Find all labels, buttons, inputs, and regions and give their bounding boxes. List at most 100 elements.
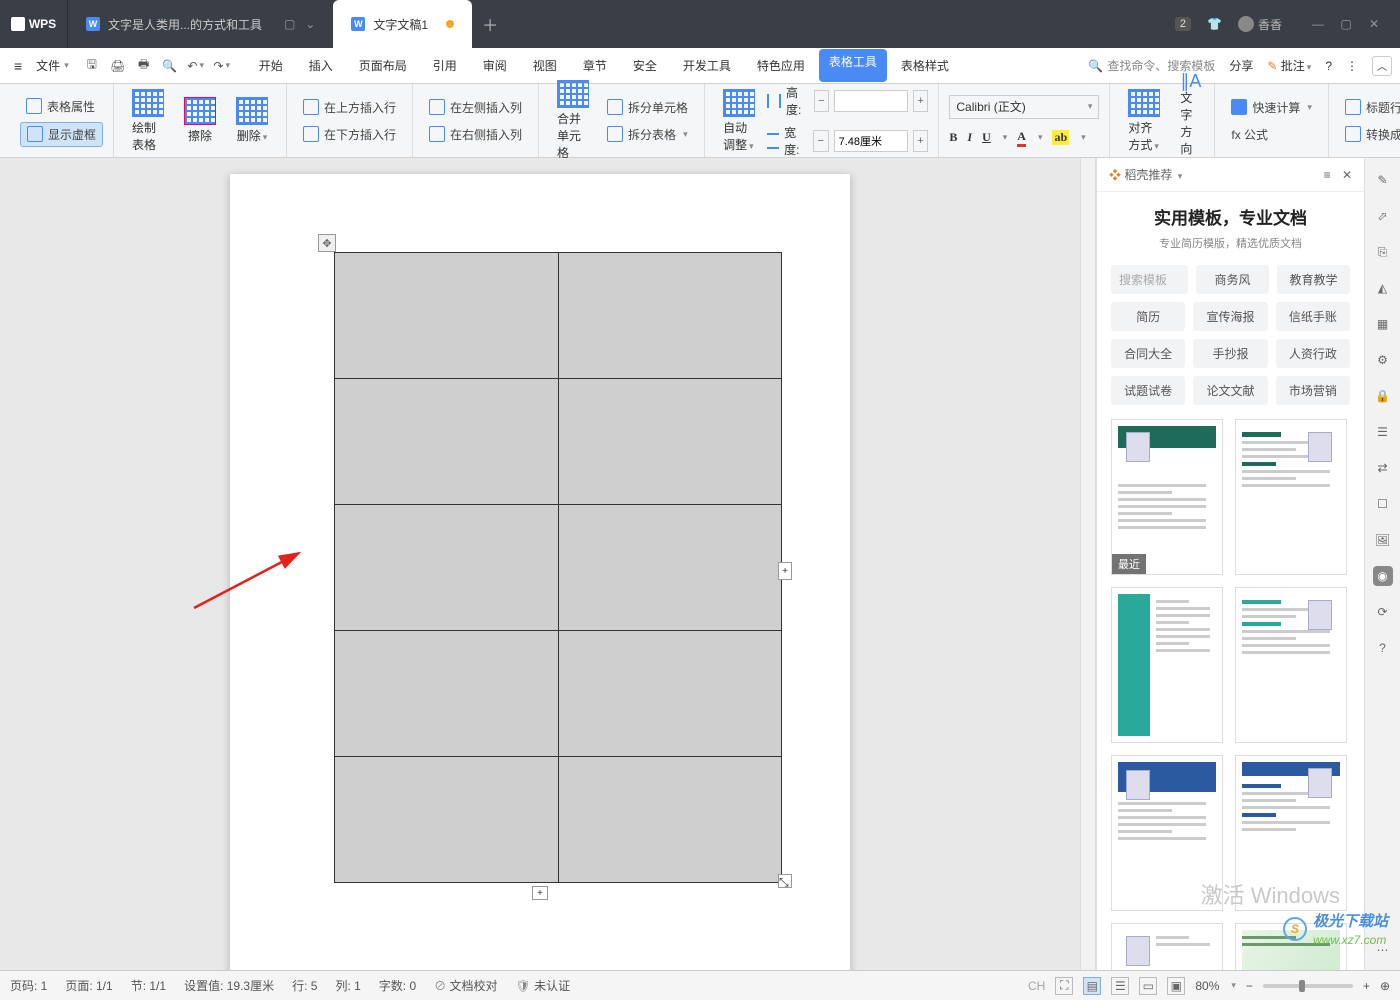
rail-table-icon[interactable]: ▦ (1373, 314, 1393, 334)
tab-add-button[interactable]: ＋ (472, 12, 508, 36)
resize-handle[interactable]: ⤡ (778, 874, 792, 888)
share-button[interactable]: 分享 (1229, 57, 1253, 74)
rail-shape-icon[interactable]: ◭ (1373, 278, 1393, 298)
rail-clipboard-icon[interactable]: ⎘ (1373, 242, 1393, 262)
maximize-button[interactable]: ▢ (1334, 12, 1358, 36)
zoom-out-button[interactable]: − (1246, 979, 1253, 993)
rail-transfer-icon[interactable]: ⇄ (1373, 458, 1393, 478)
tab-special[interactable]: 特色应用 (745, 49, 817, 82)
auto-adjust-button[interactable]: 自动调整▾ (715, 85, 763, 157)
formula-button[interactable]: fx 公式 (1225, 123, 1318, 146)
table-row[interactable] (335, 505, 782, 631)
outline-view-icon[interactable]: ☰ (1111, 977, 1129, 995)
minimize-button[interactable]: — (1306, 12, 1330, 36)
table-properties-button[interactable]: 表格属性 (20, 95, 103, 118)
tab-active[interactable]: W 文字文稿1 (333, 0, 472, 48)
tag-education[interactable]: 教育教学 (1277, 265, 1350, 294)
table-row[interactable] (335, 631, 782, 757)
fast-calc-button[interactable]: 快速计算▾ (1225, 96, 1318, 119)
status-page[interactable]: 页面: 1/1 (65, 977, 112, 994)
height-dec[interactable]: − (814, 90, 829, 112)
tab-layout[interactable]: 页面布局 (347, 49, 419, 82)
width-inc[interactable]: + (913, 130, 929, 152)
insert-right-button[interactable]: 在右侧插入列 (423, 123, 528, 146)
table-row[interactable] (335, 253, 782, 379)
template-card[interactable] (1111, 587, 1223, 743)
font-select[interactable]: Calibri (正文)▾ (949, 95, 1099, 119)
template-card[interactable] (1111, 755, 1223, 911)
align-button[interactable]: 对齐方式▾ (1120, 85, 1168, 157)
tag-poster[interactable]: 宣传海报 (1193, 302, 1267, 331)
preview-icon[interactable]: 🔍 (161, 57, 179, 75)
font-color-button[interactable]: A (1017, 129, 1026, 147)
apparel-icon[interactable]: 👕 (1207, 17, 1222, 31)
rail-refresh-icon[interactable]: ⟳ (1373, 602, 1393, 622)
fullscreen-view-icon[interactable]: ⛶ (1055, 977, 1073, 995)
table-row[interactable] (335, 757, 782, 883)
collapse-ribbon-icon[interactable]: ︿ (1372, 56, 1392, 76)
status-words[interactable]: 字数: 0 (379, 977, 416, 994)
rail-task-icon[interactable]: ☰ (1373, 422, 1393, 442)
file-menu[interactable]: 文件▾ (30, 53, 75, 78)
repeat-header-button[interactable]: 标题行重复 (1339, 96, 1400, 119)
show-frame-button[interactable]: 显示虚框 (20, 122, 103, 147)
delete-button[interactable]: 删除▾ (228, 93, 276, 148)
insert-below-button[interactable]: 在下方插入行 (297, 123, 402, 146)
tag-marketing[interactable]: 市场营销 (1276, 376, 1350, 405)
web-view-icon[interactable]: ▭ (1139, 977, 1157, 995)
close-button[interactable]: ✕ (1362, 12, 1386, 36)
template-card[interactable] (1235, 923, 1347, 970)
save-icon[interactable]: 🖫 (83, 57, 101, 75)
italic-button[interactable]: I (967, 130, 972, 145)
status-ime[interactable]: CH (1028, 979, 1045, 993)
highlight-button[interactable]: ab (1052, 130, 1069, 145)
read-view-icon[interactable]: ▣ (1167, 977, 1185, 995)
tag-resume[interactable]: 简历 (1111, 302, 1185, 331)
tab-inactive[interactable]: W 文字是人类用...的方式和工具 ▢⌄ (68, 0, 333, 48)
more-icon[interactable]: ⋮ (1346, 59, 1358, 73)
rail-image-icon[interactable]: 🖼 (1373, 530, 1393, 550)
tag-thesis[interactable]: 论文文献 (1193, 376, 1267, 405)
tag-contract[interactable]: 合同大全 (1111, 339, 1185, 368)
rail-select-icon[interactable]: ⬀ (1373, 206, 1393, 226)
rail-help-icon[interactable]: ? (1373, 638, 1393, 658)
panel-menu-icon[interactable]: ≡ (1324, 168, 1331, 182)
table-row[interactable] (335, 379, 782, 505)
split-cell-button[interactable]: 拆分单元格 (601, 96, 694, 119)
undo-icon[interactable]: ↶▾ (187, 57, 205, 75)
hamburger-icon[interactable]: ≡ (8, 54, 28, 78)
tab-insert[interactable]: 插入 (297, 49, 345, 82)
user-avatar[interactable]: 香香 (1238, 16, 1282, 33)
add-col-handle[interactable]: + (778, 562, 792, 580)
monitor-icon[interactable]: ▢ (284, 17, 295, 31)
notification-badge[interactable]: 2 (1175, 17, 1191, 31)
add-row-handle[interactable]: + (532, 886, 548, 900)
status-pageno[interactable]: 页码: 1 (10, 977, 47, 994)
rail-archive-icon[interactable]: ☐ (1373, 494, 1393, 514)
document-table[interactable] (334, 252, 782, 883)
vertical-scrollbar[interactable] (1080, 158, 1096, 970)
insert-above-button[interactable]: 在上方插入行 (297, 96, 402, 119)
tab-reference[interactable]: 引用 (421, 49, 469, 82)
table-move-handle[interactable]: ✥ (318, 234, 336, 252)
rail-lock-icon[interactable]: 🔒 (1373, 386, 1393, 406)
tag-exam[interactable]: 试题试卷 (1111, 376, 1185, 405)
template-card[interactable] (1235, 587, 1347, 743)
tab-table-style[interactable]: 表格样式 (889, 49, 961, 82)
help-icon[interactable]: ? (1325, 59, 1332, 73)
template-card[interactable] (1235, 755, 1347, 911)
print-direct-icon[interactable]: 🖨 (109, 57, 127, 75)
zoom-slider[interactable] (1263, 984, 1353, 988)
template-card[interactable] (1235, 419, 1347, 575)
tab-security[interactable]: 安全 (621, 49, 669, 82)
tab-review[interactable]: 审阅 (471, 49, 519, 82)
bold-button[interactable]: B (949, 130, 957, 145)
dropdown-icon[interactable]: ⌄ (305, 17, 315, 31)
fit-button[interactable]: ⊕ (1380, 979, 1390, 993)
tab-start[interactable]: 开始 (247, 49, 295, 82)
tag-business[interactable]: 商务风 (1196, 265, 1269, 294)
zoom-value[interactable]: 80% (1195, 979, 1219, 993)
panel-close-icon[interactable]: ✕ (1342, 168, 1352, 182)
to-text-button[interactable]: 转换成文本 (1339, 123, 1400, 146)
insert-left-button[interactable]: 在左侧插入列 (423, 96, 528, 119)
